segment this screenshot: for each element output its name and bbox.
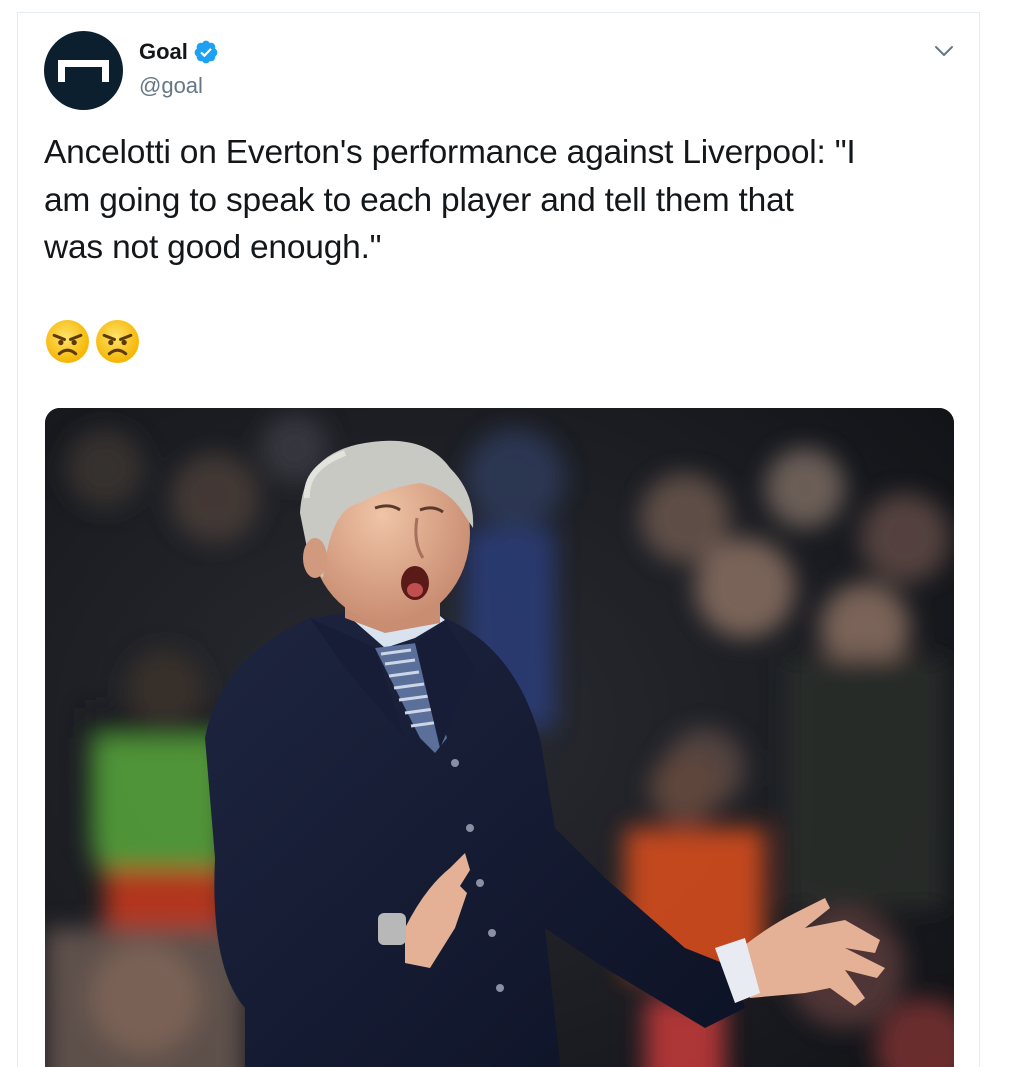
tweet-text-line: was not good enough." bbox=[44, 229, 382, 266]
author-name-row: Goal bbox=[139, 39, 219, 65]
tweet-text-line: Ancelotti on Everton's performance again… bbox=[44, 134, 856, 171]
display-name[interactable]: Goal bbox=[139, 39, 188, 65]
chevron-down-icon[interactable] bbox=[930, 39, 958, 63]
angry-face-emoji bbox=[96, 320, 139, 363]
tweet-card[interactable]: Goal @goal Ancelotti on Everton's perfor… bbox=[17, 12, 980, 1067]
verified-badge-icon bbox=[194, 40, 218, 64]
tweet-text: Ancelotti on Everton's performance again… bbox=[44, 129, 964, 272]
goal-logo-icon bbox=[58, 60, 109, 82]
angry-face-emoji bbox=[46, 320, 89, 363]
tweet-page: Goal @goal Ancelotti on Everton's perfor… bbox=[0, 0, 1024, 1067]
emoji-row bbox=[45, 319, 140, 364]
avatar[interactable] bbox=[44, 31, 123, 110]
tweet-photo[interactable] bbox=[45, 408, 954, 1067]
handle[interactable]: @goal bbox=[139, 73, 203, 99]
tweet-text-line: am going to speak to each player and tel… bbox=[44, 181, 794, 219]
photo-illustration bbox=[45, 408, 954, 1067]
